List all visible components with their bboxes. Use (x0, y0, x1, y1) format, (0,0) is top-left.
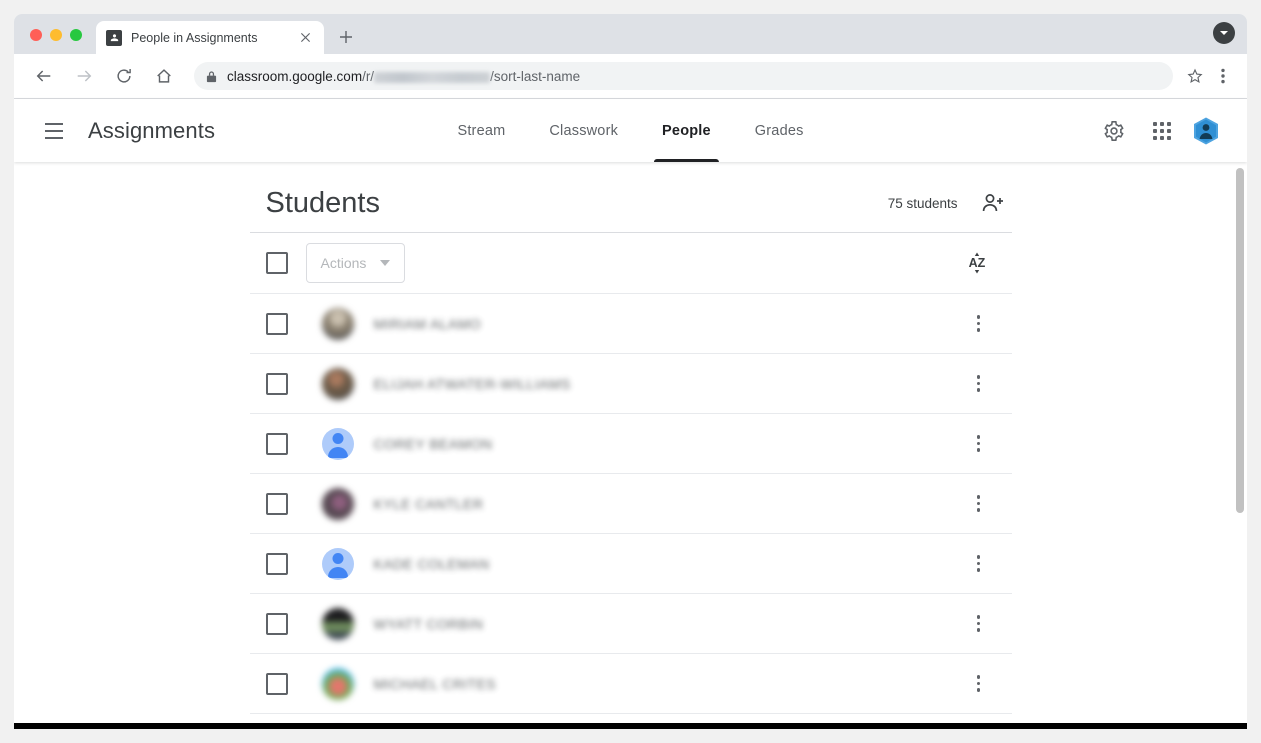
reload-icon[interactable] (109, 61, 139, 91)
row-overflow-menu[interactable] (962, 427, 996, 461)
tab-classwork[interactable]: Classwork (527, 99, 640, 162)
new-tab-button[interactable] (332, 23, 360, 51)
table-row[interactable]: WYATT CORBIN (249, 593, 1012, 653)
student-name: KADE COLEMAN (373, 555, 490, 572)
close-tab-button[interactable] (296, 29, 314, 47)
actions-label: Actions (320, 255, 367, 271)
student-name: KYLE CANTLER (373, 495, 484, 512)
sort-alpha-icon[interactable]: AZ (958, 244, 996, 282)
row-overflow-menu[interactable] (962, 547, 996, 581)
avatar (321, 307, 354, 340)
browser-tab[interactable]: People in Assignments (96, 21, 324, 54)
maximize-window-button[interactable] (70, 29, 82, 41)
table-row[interactable]: COREY BEAMON (249, 413, 1012, 473)
row-overflow-menu[interactable] (962, 367, 996, 401)
actions-dropdown[interactable]: Actions (305, 243, 406, 283)
avatar (321, 427, 354, 460)
table-row[interactable]: KADE COLEMAN (249, 533, 1012, 593)
settings-gear-icon[interactable] (1095, 112, 1133, 150)
url-domain: classroom.google.com (227, 68, 363, 84)
svg-text:AZ: AZ (968, 256, 985, 270)
row-checkbox[interactable] (265, 672, 288, 695)
classroom-favicon (106, 29, 122, 46)
avatar (321, 607, 354, 640)
bookmark-star-icon[interactable] (1181, 62, 1209, 90)
tab-grades[interactable]: Grades (733, 99, 826, 162)
row-checkbox[interactable] (265, 372, 288, 395)
lock-icon (206, 70, 217, 83)
class-nav-tabs: Stream Classwork People Grades (435, 99, 825, 162)
tab-people[interactable]: People (640, 99, 733, 162)
close-window-button[interactable] (30, 29, 42, 41)
apps-grid-icon[interactable] (1143, 112, 1181, 150)
avatar (321, 667, 354, 700)
student-name: MICHAEL CRITES (373, 675, 497, 692)
row-overflow-menu[interactable] (962, 307, 996, 341)
page-title: Assignments (88, 117, 216, 143)
avatar (321, 547, 354, 580)
students-meta: 75 students (888, 186, 1010, 220)
tab-stream-label: Stream (457, 122, 506, 139)
account-avatar[interactable] (1191, 116, 1221, 146)
url-path-start: /r/ (362, 68, 375, 84)
students-sheet: Students 75 students Actions AZ MIRIAM A… (249, 162, 1012, 728)
tab-grades-label: Grades (754, 122, 804, 139)
row-checkbox[interactable] (265, 552, 288, 575)
students-toolbar: Actions AZ (250, 233, 1012, 293)
invite-student-icon[interactable] (976, 186, 1010, 220)
row-checkbox[interactable] (265, 612, 288, 635)
download-caret-icon[interactable] (1213, 22, 1235, 44)
avatar (321, 367, 354, 400)
tabstrip-right-controls (1213, 22, 1247, 54)
minimize-window-button[interactable] (50, 29, 62, 41)
row-overflow-menu[interactable] (962, 667, 996, 701)
browser-tabstrip: People in Assignments (14, 14, 1247, 54)
row-overflow-menu[interactable] (962, 487, 996, 521)
main-menu-icon[interactable] (34, 111, 74, 151)
url-path-end: /sort-last-name (490, 68, 581, 84)
table-row[interactable]: MIRIAM ALAMO (249, 293, 1012, 353)
table-row[interactable]: MICHAEL CRITES (249, 653, 1012, 713)
row-overflow-menu[interactable] (962, 607, 996, 641)
back-arrow-icon[interactable] (29, 61, 59, 91)
student-name: MIRIAM ALAMO (373, 315, 481, 332)
url-redacted-segment (374, 71, 491, 83)
page-scrollbar[interactable] (1232, 162, 1247, 728)
select-all-checkbox[interactable] (265, 252, 288, 274)
student-name: ELIJAH ATWATER-WILLIAMS (373, 375, 571, 392)
scrollbar-thumb[interactable] (1236, 168, 1244, 513)
header-actions (1095, 112, 1247, 150)
tab-stream[interactable]: Stream (435, 99, 527, 162)
table-row[interactable]: KYLE CANTLER (249, 473, 1012, 533)
window-controls[interactable] (14, 29, 82, 54)
address-bar[interactable]: classroom.google.com/r/ /sort-last-name (194, 62, 1173, 90)
chrome-menu-icon[interactable] (1209, 62, 1237, 90)
row-checkbox[interactable] (265, 492, 288, 515)
chevron-down-icon (380, 260, 391, 266)
avatar (321, 487, 354, 520)
desktop-background: People in Assignments classroom.google.c… (0, 0, 1261, 743)
student-name: WYATT CORBIN (373, 615, 484, 632)
student-count: 75 students (887, 195, 958, 211)
tab-classwork-label: Classwork (549, 122, 619, 139)
people-content: Students 75 students Actions AZ MIRIAM A… (14, 162, 1247, 728)
students-header: Students 75 students (250, 172, 1012, 232)
tab-people-label: People (662, 122, 711, 139)
tab-title: People in Assignments (131, 30, 258, 45)
table-row[interactable]: ELIJAH ATWATER-WILLIAMS (249, 353, 1012, 413)
row-checkbox[interactable] (265, 432, 288, 455)
row-checkbox[interactable] (265, 312, 288, 335)
students-heading: Students (265, 187, 380, 219)
forward-arrow-icon[interactable] (69, 61, 99, 91)
student-name: COREY BEAMON (373, 435, 493, 452)
browser-window: People in Assignments classroom.google.c… (14, 14, 1247, 729)
home-icon[interactable] (149, 61, 179, 91)
browser-toolbar: classroom.google.com/r/ /sort-last-name (14, 54, 1247, 99)
url-text: classroom.google.com/r/ /sort-last-name (227, 69, 580, 84)
classroom-header: Assignments Stream Classwork People Grad… (14, 99, 1247, 162)
window-bottom-edge (14, 723, 1247, 729)
